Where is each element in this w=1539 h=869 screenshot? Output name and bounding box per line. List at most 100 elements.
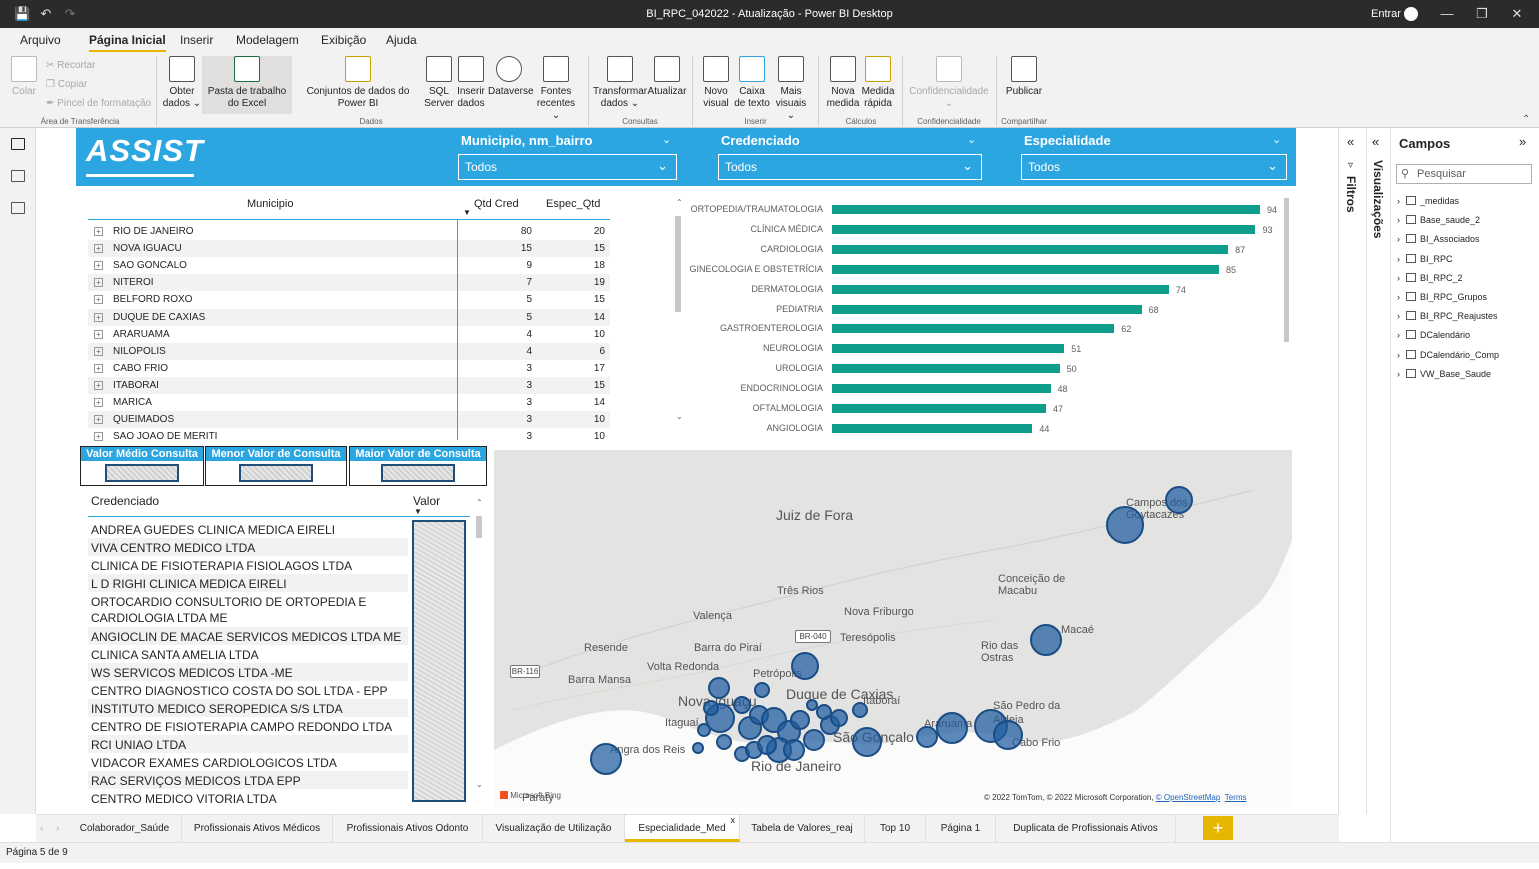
- new-visual-button[interactable]: Novo visual: [700, 56, 732, 110]
- col-credenciado[interactable]: Credenciado: [91, 494, 159, 508]
- map-bubble[interactable]: [803, 729, 825, 751]
- expand-icon[interactable]: +: [94, 380, 103, 390]
- col-valor[interactable]: Valor: [413, 494, 440, 508]
- tab-arquivo[interactable]: Arquivo: [20, 33, 61, 47]
- table-row[interactable]: + ITABORAI 3 15: [88, 376, 610, 394]
- slicer-especialidade-dropdown[interactable]: Todos ⌄: [1021, 154, 1287, 180]
- expand-icon[interactable]: +: [94, 432, 103, 442]
- col-qtd-cred[interactable]: Qtd Cred: [474, 198, 519, 210]
- bar[interactable]: [832, 384, 1051, 394]
- bar[interactable]: [832, 344, 1065, 354]
- scroll-thumb[interactable]: [675, 216, 681, 312]
- field-table-item[interactable]: › BI_RPC_Reajustes: [1397, 311, 1498, 321]
- map-bubble[interactable]: [806, 699, 818, 711]
- credenciado-row[interactable]: WS SERVICOS MEDICOS LTDA -ME: [88, 663, 408, 681]
- credenciado-row[interactable]: INSTITUTO MEDICO SEROPEDICA S/S LTDA: [88, 699, 408, 717]
- expand-icon[interactable]: +: [94, 415, 103, 425]
- table-row[interactable]: + RIO DE JANEIRO 80 20: [88, 223, 610, 240]
- field-table-item[interactable]: › BI_RPC_Grupos: [1397, 292, 1487, 302]
- table-row[interactable]: + CABO FRIO 3 17: [88, 360, 610, 377]
- powerbi-datasets-button[interactable]: Conjuntos de dados do Power BI: [292, 56, 424, 110]
- credenciado-row[interactable]: ANDREA GUEDES CLINICA MEDICA EIRELI: [88, 520, 408, 538]
- sign-in-link[interactable]: Entrar: [1371, 8, 1401, 20]
- enter-data-button[interactable]: Inserir dados: [455, 56, 487, 110]
- map-bubble[interactable]: [697, 723, 711, 737]
- map-bubble[interactable]: [852, 727, 882, 757]
- quick-measure-button[interactable]: Medida rápida: [860, 56, 896, 110]
- map-bubble[interactable]: [708, 677, 730, 699]
- map-bubble[interactable]: [590, 743, 622, 775]
- map-bubble[interactable]: [692, 742, 704, 754]
- expand-icon[interactable]: +: [94, 295, 103, 305]
- bubble-map[interactable]: Juiz de Fora Campos dos Goytacazes Três …: [494, 450, 1292, 808]
- bar[interactable]: [832, 244, 1229, 254]
- tab-ajuda[interactable]: Ajuda: [386, 33, 417, 47]
- chevron-right-icon[interactable]: ›: [1397, 311, 1400, 321]
- dataverse-button[interactable]: Dataverse: [488, 56, 534, 98]
- add-page-button[interactable]: +: [1203, 816, 1233, 840]
- collapse-icon[interactable]: »: [1519, 134, 1526, 149]
- credenciado-row[interactable]: L D RIGHI CLINICA MEDICA EIRELI: [88, 574, 408, 592]
- map-bubble[interactable]: [916, 726, 938, 748]
- credenciado-row[interactable]: VIDACOR EXAMES CARDIOLOGICOS LTDA: [88, 753, 408, 771]
- slicer-credenciado-dropdown[interactable]: Todos ⌄: [718, 154, 982, 180]
- credenciado-row[interactable]: CLINICA SANTA AMELIA LTDA: [88, 645, 408, 663]
- next-page-icon[interactable]: ›: [56, 823, 59, 834]
- transform-data-button[interactable]: Transformar dados ⌄: [593, 56, 647, 110]
- expand-icon[interactable]: +: [94, 261, 103, 271]
- credenciado-row[interactable]: CENTRO DIAGNOSTICO COSTA DO SOL LTDA - E…: [88, 681, 408, 699]
- chevron-right-icon[interactable]: ›: [1397, 369, 1400, 379]
- map-bubble[interactable]: [993, 720, 1023, 750]
- col-espec-qtd[interactable]: Espec_Qtd: [546, 198, 600, 210]
- map-bubble[interactable]: [733, 696, 751, 714]
- table-row[interactable]: + BELFORD ROXO 5 15: [88, 291, 610, 308]
- excel-button[interactable]: Pasta de trabalho do Excel: [202, 56, 292, 114]
- prev-page-icon[interactable]: ‹: [40, 823, 43, 834]
- close-tab-icon[interactable]: x: [731, 807, 736, 834]
- minimize-icon[interactable]: —: [1439, 6, 1455, 22]
- bar[interactable]: [832, 304, 1142, 314]
- table-row[interactable]: + MARICA 3 14: [88, 394, 610, 411]
- table-row[interactable]: + NOVA IGUACU 15 15: [88, 240, 610, 258]
- copy-button[interactable]: ❐ Copiar: [46, 79, 87, 90]
- visualizations-pane[interactable]: « Visualizações: [1366, 128, 1390, 814]
- model-view-icon[interactable]: [11, 202, 25, 214]
- map-bubble[interactable]: [1165, 486, 1193, 514]
- table-row[interactable]: + ARARUAMA 4 10: [88, 326, 610, 343]
- chevron-right-icon[interactable]: ›: [1397, 234, 1400, 244]
- slicer-collapse-icon[interactable]: ⌄: [967, 133, 976, 146]
- field-table-item[interactable]: › _medidas: [1397, 196, 1459, 206]
- scroll-down-icon[interactable]: ⌄: [476, 780, 483, 789]
- paste-button[interactable]: Colar: [10, 56, 38, 98]
- map-bubble[interactable]: [757, 735, 777, 755]
- scroll-thumb[interactable]: [476, 516, 482, 538]
- chevron-right-icon[interactable]: ›: [1397, 215, 1400, 225]
- col-municipio[interactable]: Municipio: [247, 198, 293, 210]
- credenciado-row[interactable]: RAC SERVIÇOS MEDICOS LTDA EPP: [88, 771, 408, 789]
- page-tab[interactable]: Profissionais Ativos Odonto: [333, 815, 483, 842]
- chevron-right-icon[interactable]: ›: [1397, 292, 1400, 302]
- collapse-ribbon-icon[interactable]: ⌃: [1522, 114, 1530, 125]
- bar[interactable]: [832, 224, 1256, 234]
- map-bubble[interactable]: [816, 704, 832, 720]
- map-bubble[interactable]: [1106, 506, 1144, 544]
- new-measure-button[interactable]: Nova medida: [826, 56, 860, 110]
- chevron-right-icon[interactable]: ›: [1397, 254, 1400, 264]
- field-table-item[interactable]: › Base_saude_2: [1397, 215, 1480, 225]
- expand-icon[interactable]: +: [94, 363, 103, 373]
- refresh-button[interactable]: Atualizar: [647, 56, 687, 98]
- terms-link[interactable]: Terms: [1225, 793, 1247, 802]
- field-table-item[interactable]: › BI_Associados: [1397, 234, 1480, 244]
- filters-pane[interactable]: « ▿ Filtros: [1338, 128, 1366, 814]
- bar[interactable]: [832, 364, 1060, 374]
- page-tab[interactable]: Top 10: [865, 815, 926, 842]
- map-bubble[interactable]: [852, 702, 868, 718]
- map-bubble[interactable]: [936, 712, 968, 744]
- restore-icon[interactable]: ❐: [1474, 6, 1490, 22]
- map-bubble[interactable]: [791, 652, 819, 680]
- chevron-right-icon[interactable]: ›: [1397, 196, 1400, 206]
- chevron-right-icon[interactable]: ›: [1397, 350, 1400, 360]
- cut-button[interactable]: ✂ Recortar: [46, 60, 96, 71]
- expand-icon[interactable]: +: [94, 312, 103, 322]
- map-bubble[interactable]: [830, 709, 848, 727]
